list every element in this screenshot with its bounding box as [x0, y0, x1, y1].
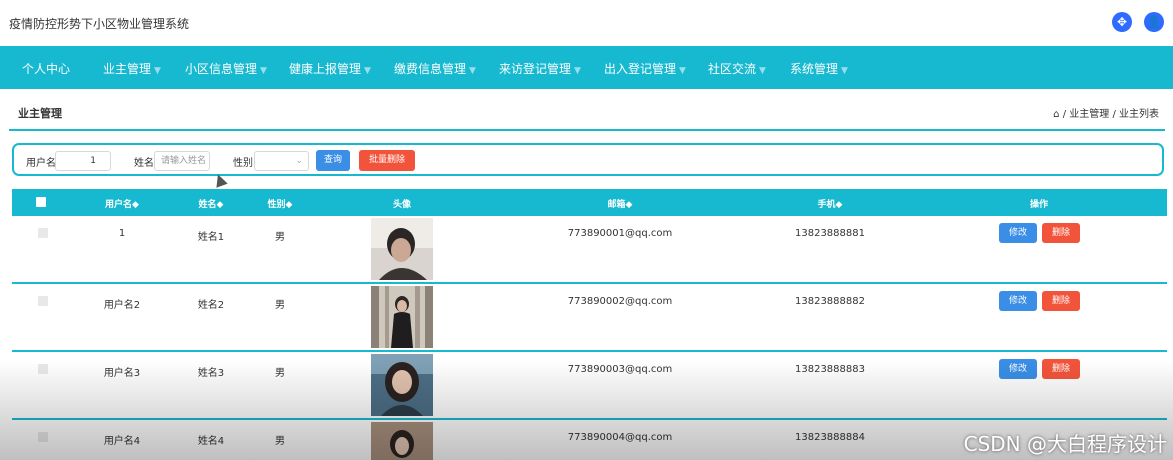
batch-delete-button[interactable]: 批量删除 [359, 150, 415, 171]
nav-item-personal-center[interactable]: 个人中心 [22, 60, 70, 77]
nav-item-visitor-registration[interactable]: 来访登记管理 ▼ [499, 60, 581, 77]
column-header-email[interactable]: 邮箱◆ [608, 197, 633, 210]
edit-button[interactable]: 修改 [999, 291, 1037, 311]
avatar [371, 286, 433, 348]
cell-name: 姓名4 [197, 436, 225, 447]
nav-item-community-info[interactable]: 小区信息管理 ▼ [185, 60, 267, 77]
delete-button[interactable]: 删除 [1042, 359, 1080, 379]
name-label: 姓名 [134, 158, 154, 169]
cell-phone: 13823888883 [795, 364, 865, 375]
name-input[interactable]: 请输入姓名 [154, 151, 210, 171]
cell-gender: 男 [275, 436, 285, 447]
chevron-down-icon: ▼ [759, 66, 766, 76]
cell-username: 用户名2 [103, 300, 141, 311]
breadcrumb-text[interactable]: / 业主管理 / 业主列表 [1063, 109, 1159, 120]
username-input[interactable]: 1 [55, 151, 111, 171]
edit-button[interactable]: 修改 [999, 223, 1037, 243]
row-checkbox[interactable] [38, 296, 48, 306]
cell-phone: 13823888884 [795, 432, 865, 443]
cell-phone: 13823888881 [795, 228, 865, 239]
select-all-checkbox[interactable] [36, 197, 46, 207]
divider [9, 129, 1165, 131]
avatar [371, 354, 433, 416]
cell-email: 773890001@qq.com [567, 228, 673, 239]
nav-item-community-exchange[interactable]: 社区交流 ▼ [708, 60, 766, 77]
column-header-username[interactable]: 用户名◆ [105, 197, 139, 210]
chevron-down-icon: ▼ [841, 66, 848, 76]
delete-button[interactable]: 删除 [1042, 291, 1080, 311]
cell-gender: 男 [275, 368, 285, 379]
cell-email: 773890004@qq.com [567, 432, 673, 443]
cell-gender: 男 [275, 232, 285, 243]
table-row: 用户名2 姓名2 男 773890002@qq.com 13823888882 … [12, 284, 1167, 352]
breadcrumb-bar: 业主管理 ⌂ / 业主管理 / 业主列表 [0, 97, 1173, 129]
cell-email: 773890003@qq.com [567, 364, 673, 375]
table-row: 用户名3 姓名3 男 773890003@qq.com 13823888883 … [12, 352, 1167, 420]
main-nav: 个人中心 业主管理 ▼ 小区信息管理 ▼ 健康上报管理 ▼ 缴费信息管理 ▼ 来访登记管… [0, 46, 1173, 89]
avatar [371, 218, 433, 280]
row-checkbox[interactable] [38, 432, 48, 442]
gender-select[interactable]: ⌄ [254, 151, 309, 171]
page-title: 业主管理 [18, 107, 62, 120]
cell-name: 姓名2 [197, 300, 225, 311]
nav-item-system-management[interactable]: 系统管理 ▼ [790, 60, 848, 77]
cell-name: 姓名3 [197, 368, 225, 379]
chevron-down-icon: ▼ [679, 66, 686, 76]
nav-item-owner-management[interactable]: 业主管理 ▼ [103, 60, 161, 77]
home-icon[interactable]: ⌂ [1053, 109, 1059, 120]
column-header-phone[interactable]: 手机◆ [818, 197, 843, 210]
chevron-down-icon: ⌄ [295, 156, 303, 166]
column-header-actions: 操作 [1029, 200, 1049, 210]
row-checkbox[interactable] [38, 228, 48, 238]
cell-gender: 男 [275, 300, 285, 311]
table-header: 用户名◆ 姓名◆ 性别◆ 头像 邮箱◆ 手机◆ 操作 [12, 189, 1167, 216]
nav-item-health-report[interactable]: 健康上报管理 ▼ [289, 60, 371, 77]
cell-phone: 13823888882 [795, 296, 865, 307]
column-header-gender[interactable]: 性别◆ [268, 197, 293, 210]
chevron-down-icon: ▼ [574, 66, 581, 76]
user-icon[interactable]: 👤 [1144, 12, 1164, 32]
nav-item-access-registration[interactable]: 出入登记管理 ▼ [604, 60, 686, 77]
query-button[interactable]: 查询 [316, 150, 350, 171]
cell-email: 773890002@qq.com [567, 296, 673, 307]
nav-item-payment-info[interactable]: 缴费信息管理 ▼ [394, 60, 476, 77]
table-row: 1 姓名1 男 773890001@qq.com 13823888881 修改 … [12, 216, 1167, 284]
top-bar: 疫情防控形势下小区物业管理系统 ✥ 👤 [0, 0, 1173, 46]
username-label: 用户名 [26, 158, 56, 169]
search-form: 用户名 1 姓名 请输入姓名 性别 ⌄ 查询 批量删除 [12, 143, 1164, 176]
row-checkbox[interactable] [38, 364, 48, 374]
gender-label: 性别 [233, 158, 253, 169]
edit-button[interactable]: 修改 [999, 359, 1037, 379]
cell-username: 1 [118, 228, 126, 239]
column-header-avatar: 头像 [392, 200, 412, 210]
chevron-down-icon: ▼ [469, 66, 476, 76]
chevron-down-icon: ▼ [154, 66, 161, 76]
avatar [371, 422, 433, 460]
app-title: 疫情防控形势下小区物业管理系统 [9, 17, 190, 31]
breadcrumb: ⌂ / 业主管理 / 业主列表 [1053, 105, 1159, 120]
watermark: CSDN @大白程序设计 [963, 432, 1167, 456]
cell-name: 姓名1 [197, 232, 225, 243]
chevron-down-icon: ▼ [260, 66, 267, 76]
cell-username: 用户名4 [103, 436, 141, 447]
chevron-down-icon: ▼ [364, 66, 371, 76]
column-header-name[interactable]: 姓名◆ [199, 197, 224, 210]
delete-button[interactable]: 删除 [1042, 223, 1080, 243]
expand-icon[interactable]: ✥ [1112, 12, 1132, 32]
cell-username: 用户名3 [103, 368, 141, 379]
